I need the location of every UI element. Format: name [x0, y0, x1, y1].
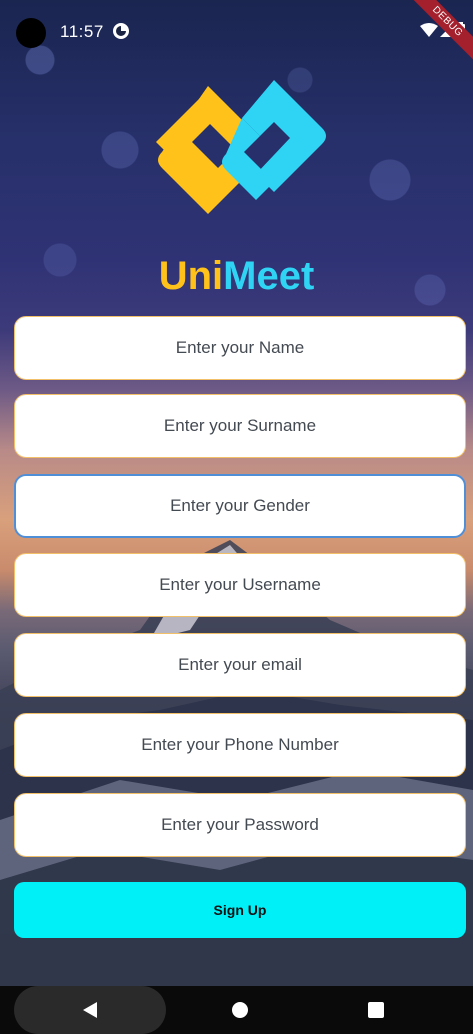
- recents-icon[interactable]: [368, 1002, 384, 1018]
- name-input[interactable]: Enter your Name: [14, 316, 466, 380]
- sync-icon: [113, 23, 129, 39]
- gender-input[interactable]: Enter your Gender: [14, 474, 466, 538]
- navigation-bar: [0, 986, 473, 1034]
- back-icon: [83, 1002, 97, 1018]
- camera-cutout: [16, 18, 46, 48]
- app-title-meet: Meet: [223, 254, 315, 298]
- username-input[interactable]: Enter your Username: [14, 553, 466, 617]
- nav-back-button[interactable]: [14, 986, 166, 1034]
- sign-up-button[interactable]: Sign Up: [14, 882, 466, 938]
- surname-input[interactable]: Enter your Surname: [14, 394, 466, 458]
- app-title: UniMeet: [0, 252, 473, 300]
- phone-number-input[interactable]: Enter your Phone Number: [14, 713, 466, 777]
- app-title-uni: Uni: [158, 254, 224, 298]
- home-icon[interactable]: [232, 1002, 248, 1018]
- password-input[interactable]: Enter your Password: [14, 793, 466, 857]
- status-time: 11:57: [60, 22, 104, 41]
- status-bar: 11:57 DEBUG: [0, 0, 473, 71]
- wifi-icon: [420, 23, 438, 37]
- email-input[interactable]: Enter your email: [14, 633, 466, 697]
- app-logo-icon: [156, 80, 326, 214]
